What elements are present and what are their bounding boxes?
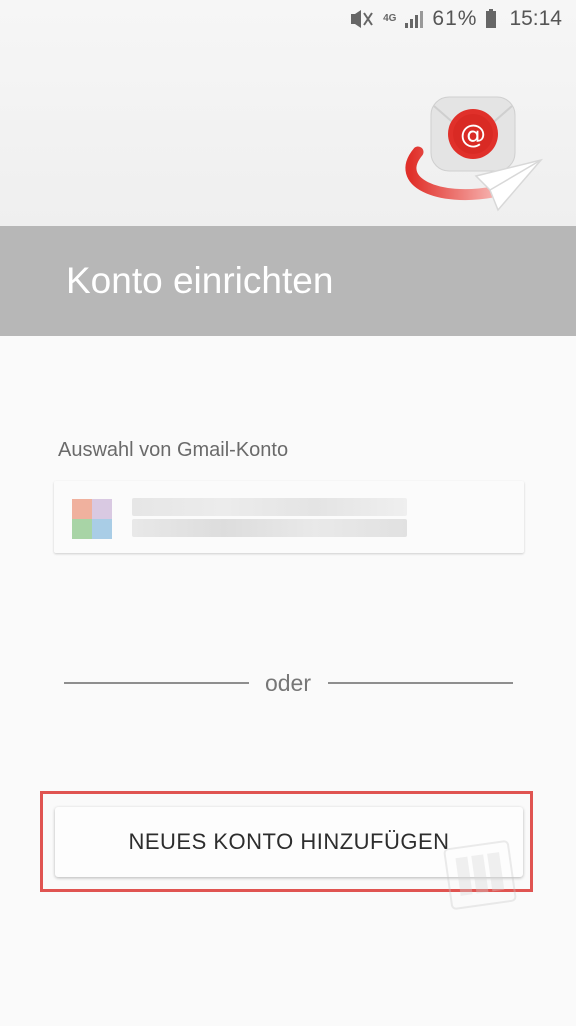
account-email-redacted [132,519,407,537]
divider-right [328,682,513,684]
clock: 15:14 [509,7,562,30]
gmail-account-item[interactable] [54,481,524,553]
mute-icon [351,10,373,28]
battery-percent: 61% [432,7,478,30]
avatar [72,499,112,539]
account-name-redacted [132,498,407,516]
email-send-icon: @ [405,96,544,212]
network-type: 4G [383,13,397,24]
svg-text:@: @ [460,120,486,150]
page-title: Konto einrichten [66,260,334,301]
signal-icon [405,11,424,28]
watermark-logo [443,840,517,910]
battery-icon [486,9,497,28]
title-bar: Konto einrichten [0,226,576,336]
gmail-account-section-label: Auswahl von Gmail-Konto [58,439,289,461]
status-bar: 4G 61% 15:14 [0,0,576,40]
